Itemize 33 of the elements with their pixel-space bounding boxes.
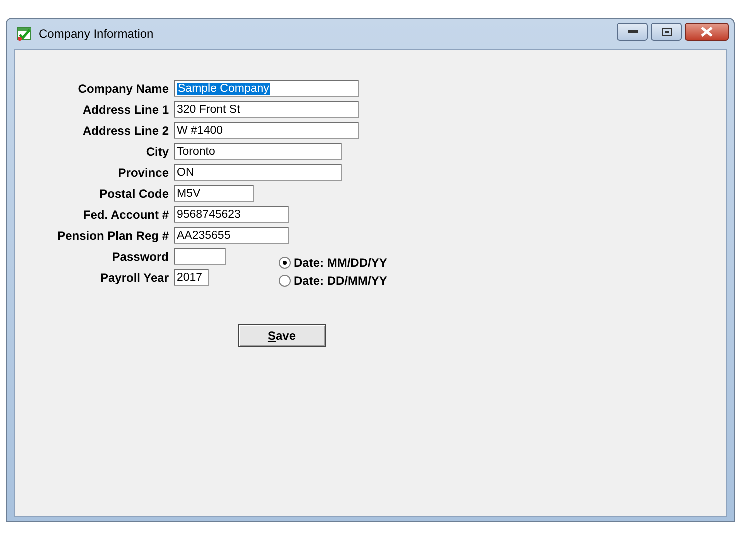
input-field[interactable]: Sample Company (174, 80, 359, 97)
field-label: Province (117, 166, 169, 180)
field-label: Postal Code (98, 186, 169, 200)
maximize-button[interactable] (651, 23, 682, 41)
close-icon (701, 27, 713, 37)
input-field[interactable]: 320 Front St (174, 101, 359, 118)
window-title: Company Information (39, 27, 154, 41)
minimize-button[interactable] (617, 23, 648, 41)
field-label: Address Line 2 (82, 124, 169, 138)
field-label: Fed. Account # (82, 208, 169, 222)
radio-label[interactable]: Date: MM/DD/YY (294, 256, 388, 270)
input-field[interactable] (174, 248, 226, 265)
field-label: Password (111, 250, 169, 264)
radio-button[interactable] (279, 257, 291, 269)
input-field[interactable]: ON (174, 164, 342, 181)
input-field[interactable]: AA235655 (174, 227, 289, 244)
field-label: Payroll Year (100, 270, 169, 284)
minimize-icon (628, 30, 638, 34)
input-field[interactable]: W #1400 (174, 122, 359, 139)
radio-label[interactable]: Date: DD/MM/YY (294, 274, 388, 288)
field-label: Pension Plan Reg # (56, 228, 169, 242)
input-field[interactable]: Toronto (174, 143, 342, 160)
app-icon (17, 26, 33, 42)
field-label: City (145, 144, 169, 158)
input-field[interactable]: M5V (174, 185, 254, 202)
input-field[interactable]: 2017 (174, 269, 209, 286)
close-button[interactable] (685, 23, 729, 41)
field-label: Company Name (77, 82, 169, 96)
input-field[interactable]: 9568745623 (174, 206, 289, 223)
maximize-icon (662, 28, 672, 36)
field-label: Address Line 1 (82, 102, 169, 116)
save-button[interactable]: Save (238, 324, 326, 347)
radio-button[interactable] (279, 275, 291, 287)
